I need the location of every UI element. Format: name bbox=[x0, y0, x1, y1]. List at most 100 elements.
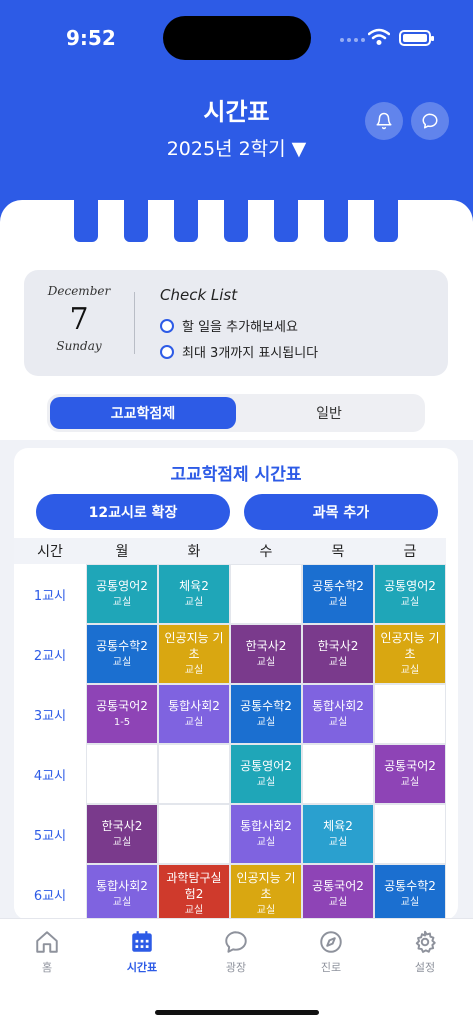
binder-ring bbox=[224, 200, 248, 242]
subject-name: 공통영어2 bbox=[96, 579, 148, 593]
period-label: 5교시 bbox=[14, 804, 86, 864]
expand-periods-button[interactable]: 12교시로 확장 bbox=[36, 494, 230, 530]
subject-block[interactable]: 공통수학2 교실 bbox=[375, 865, 445, 920]
grid-cell[interactable] bbox=[374, 804, 446, 864]
subject-block[interactable]: 체육2 교실 bbox=[159, 565, 229, 623]
subject-block[interactable]: 공통수학2 교실 bbox=[87, 625, 157, 683]
date-block: December 7 Sunday bbox=[34, 284, 124, 353]
subject-block[interactable]: 공통수학2 교실 bbox=[303, 565, 373, 623]
checklist-item-label: 할 일을 추가해보세요 bbox=[182, 320, 298, 335]
bottom-nav: 홈 시간표 광장 진로 설정 bbox=[0, 918, 473, 1024]
grid-cell[interactable] bbox=[302, 744, 374, 804]
subject-room: 교실 bbox=[112, 657, 132, 668]
timetable-title: 고교학점제 시간표 bbox=[170, 465, 302, 485]
subject-block[interactable]: 공통국어2 교실 bbox=[303, 865, 373, 920]
nav-career[interactable]: 진로 bbox=[291, 929, 371, 975]
subject-block[interactable]: 공통영어2 교실 bbox=[231, 745, 301, 803]
subject-name: 공통국어2 bbox=[96, 699, 148, 713]
subject-block[interactable]: 인공지능 기초교실 bbox=[231, 865, 301, 920]
chat-button[interactable] bbox=[411, 102, 449, 140]
subject-block[interactable]: 한국사2 교실 bbox=[231, 625, 301, 683]
grid-cell[interactable] bbox=[374, 684, 446, 744]
subject-room: 교실 bbox=[400, 777, 420, 788]
nav-square[interactable]: 광장 bbox=[196, 929, 276, 975]
period-label: 1교시 bbox=[14, 564, 86, 624]
grid-corner-header: 시간 bbox=[14, 538, 86, 564]
subject-name: 통합사회2 bbox=[240, 819, 292, 833]
notification-button[interactable] bbox=[365, 102, 403, 140]
subject-room: 교실 bbox=[112, 597, 132, 608]
subject-block[interactable]: 공통국어2 1-5 bbox=[87, 685, 157, 743]
checklist-item-label: 최대 3개까지 표시됩니다 bbox=[182, 346, 319, 361]
subject-block[interactable]: 한국사2 교실 bbox=[303, 625, 373, 683]
divider bbox=[134, 292, 135, 354]
subject-block[interactable]: 과학탐구실험2 교실 bbox=[159, 865, 229, 920]
radio-circle-icon[interactable] bbox=[160, 344, 174, 359]
period-label: 2교시 bbox=[14, 624, 86, 684]
nav-label: 광장 bbox=[225, 961, 247, 974]
subject-name: 한국사2 bbox=[101, 819, 143, 833]
nav-settings[interactable]: 설정 bbox=[385, 929, 465, 975]
subject-block[interactable]: 공통영어2 교실 bbox=[87, 565, 157, 623]
binder-ring bbox=[324, 200, 348, 242]
checklist-item[interactable]: 최대 3개까지 표시됩니다 bbox=[160, 342, 318, 361]
radio-circle-icon[interactable] bbox=[160, 318, 174, 333]
subject-block[interactable]: 통합사회2 교실 bbox=[231, 805, 301, 863]
subject-room: 교실 bbox=[400, 597, 420, 608]
binder-ring bbox=[74, 200, 98, 242]
subject-room: 교실 bbox=[256, 777, 276, 788]
subject-block[interactable]: 체육2 교실 bbox=[303, 805, 373, 863]
checklist-card: December 7 Sunday Check List 할 일을 추가해보세요… bbox=[24, 270, 448, 376]
dynamic-island bbox=[163, 16, 311, 60]
subject-block[interactable]: 공통수학2 교실 bbox=[231, 685, 301, 743]
subject-block[interactable]: 통합사회2 교실 bbox=[87, 865, 157, 920]
subject-block[interactable]: 통합사회2 교실 bbox=[303, 685, 373, 743]
subject-block[interactable]: 공통국어2 교실 bbox=[375, 745, 445, 803]
period-label: 4교시 bbox=[14, 744, 86, 804]
subject-name: 체육2 bbox=[323, 819, 353, 833]
grid-cell[interactable] bbox=[230, 564, 302, 624]
subject-block[interactable]: 인공지능 기초 교실 bbox=[375, 625, 445, 683]
subject-block[interactable]: 인공지능 기초 교실 bbox=[159, 625, 229, 683]
date-weekday: Sunday bbox=[56, 339, 102, 353]
add-subject-button[interactable]: 과목 추가 bbox=[244, 494, 438, 530]
semester-selector[interactable]: 2025년 2학기 ▼ bbox=[0, 134, 473, 161]
subject-room: 교실 bbox=[184, 717, 204, 728]
mode-toggle: 고교학점제 일반 bbox=[47, 394, 425, 432]
tab-credit-system[interactable]: 고교학점제 bbox=[50, 397, 236, 429]
nav-home[interactable]: 홈 bbox=[7, 929, 87, 975]
subject-room: 교실 bbox=[256, 905, 276, 916]
subject-room: 교실 bbox=[328, 897, 348, 908]
tab-general[interactable]: 일반 bbox=[236, 397, 422, 429]
chat-bubble-icon bbox=[422, 113, 438, 129]
subject-name: 공통수학2 bbox=[240, 699, 292, 713]
binder-ring bbox=[374, 200, 398, 242]
nav-label: 진로 bbox=[320, 961, 342, 974]
subject-room: 교실 bbox=[328, 717, 348, 728]
subject-name: 과학탐구실험2 bbox=[166, 871, 222, 901]
subject-block[interactable]: 공통영어2 교실 bbox=[375, 565, 445, 623]
checklist-item[interactable]: 할 일을 추가해보세요 bbox=[160, 316, 298, 335]
subject-room: 교실 bbox=[112, 897, 132, 908]
nav-timetable[interactable]: 시간표 bbox=[102, 929, 182, 975]
subject-room: 교실 bbox=[184, 905, 204, 916]
home-indicator bbox=[155, 1010, 319, 1015]
gear-icon bbox=[415, 930, 436, 953]
subject-name: 인공지능 기초 bbox=[236, 871, 296, 901]
subject-room: 교실 bbox=[400, 897, 420, 908]
subject-block[interactable]: 통합사회2 교실 bbox=[159, 685, 229, 743]
calendar-icon bbox=[132, 931, 152, 952]
subject-name: 체육2 bbox=[179, 579, 209, 593]
subject-room: 교실 bbox=[184, 665, 204, 676]
subject-room: 교실 bbox=[328, 837, 348, 848]
subject-block[interactable]: 한국사2 교실 bbox=[87, 805, 157, 863]
signal-icon bbox=[340, 38, 365, 42]
date-month: December bbox=[47, 284, 111, 298]
subject-room: 1-5 bbox=[113, 717, 131, 728]
subject-name: 공통수학2 bbox=[96, 639, 148, 653]
grid-cell[interactable] bbox=[86, 744, 158, 804]
status-time: 9:52 bbox=[66, 26, 116, 50]
grid-cell[interactable] bbox=[158, 804, 230, 864]
home-icon bbox=[36, 931, 58, 953]
grid-cell[interactable] bbox=[158, 744, 230, 804]
